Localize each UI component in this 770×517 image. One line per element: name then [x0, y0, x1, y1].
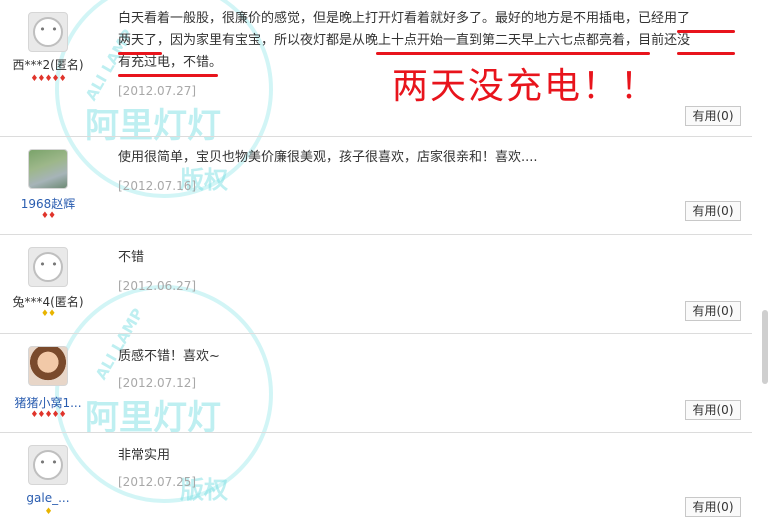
review-item: 1968赵辉 ♦♦ 使用很简单，宝贝也物美价廉很美观，孩子很喜欢，店家很亲和！喜… [0, 137, 752, 235]
review-item: 猪猪小窝1... ♦♦♦♦♦ 质感不错！喜欢~ [2012.07.12] 有用(… [0, 334, 752, 433]
review-content: 使用很简单，宝贝也物美价廉很美观，孩子很喜欢，店家很亲和！喜欢.... [118, 150, 538, 165]
buyer-rank-icon: ♦♦♦♦♦ [30, 410, 66, 420]
useful-button[interactable]: 有用(0) [685, 106, 741, 126]
useful-button[interactable]: 有用(0) [685, 497, 741, 517]
review-content: 不错 [118, 250, 145, 265]
reviewer-name[interactable]: 西***2(匿名) [0, 56, 96, 73]
annotation-callout: 两天没充电！！ [392, 66, 659, 107]
scrollbar-thumb[interactable] [762, 310, 768, 384]
useful-button[interactable]: 有用(0) [685, 201, 741, 221]
avatar[interactable] [28, 149, 68, 189]
review-date: [2012.07.27] [118, 84, 197, 98]
reviewer-name[interactable]: 兔***4(匿名) [0, 293, 96, 310]
review-content: 非常实用 [118, 448, 171, 463]
annotation-underline [376, 52, 650, 55]
annotation-underline [677, 30, 735, 33]
review-date: [2012.06.27] [118, 279, 197, 293]
review-content: 白天看着一般股，很廉价的感觉，但是晚上打开灯看着就好多了。最好的地方是不用插电，… [118, 11, 691, 70]
buyer-rank-icon: ♦♦♦♦♦ [30, 74, 66, 84]
avatar[interactable] [28, 12, 68, 52]
review-date: [2012.07.16] [118, 179, 197, 193]
useful-button[interactable]: 有用(0) [685, 400, 741, 420]
reviewer-name[interactable]: 猪猪小窝1... [0, 394, 96, 411]
review-item: gale_... ♦ 非常实用 [2012.07.25] 有用(0) [0, 433, 752, 517]
buyer-rank-icon: ♦ [44, 507, 52, 517]
annotation-underline [677, 52, 735, 55]
buyer-rank-icon: ♦♦ [40, 211, 56, 221]
review-date: [2012.07.25] [118, 475, 197, 489]
review-item: 兔***4(匿名) ♦♦ 不错 [2012.06.27] 有用(0) [0, 235, 752, 334]
avatar[interactable] [28, 346, 68, 386]
reviewer-name[interactable]: gale_... [0, 491, 96, 505]
reviewer-name[interactable]: 1968赵辉 [0, 195, 96, 212]
avatar[interactable] [28, 445, 68, 485]
useful-button[interactable]: 有用(0) [685, 301, 741, 321]
annotation-underline [118, 74, 218, 77]
annotation-underline [118, 52, 162, 55]
avatar[interactable] [28, 247, 68, 287]
buyer-rank-icon: ♦♦ [40, 309, 56, 319]
review-date: [2012.07.12] [118, 376, 197, 390]
review-content: 质感不错！喜欢~ [118, 349, 220, 364]
